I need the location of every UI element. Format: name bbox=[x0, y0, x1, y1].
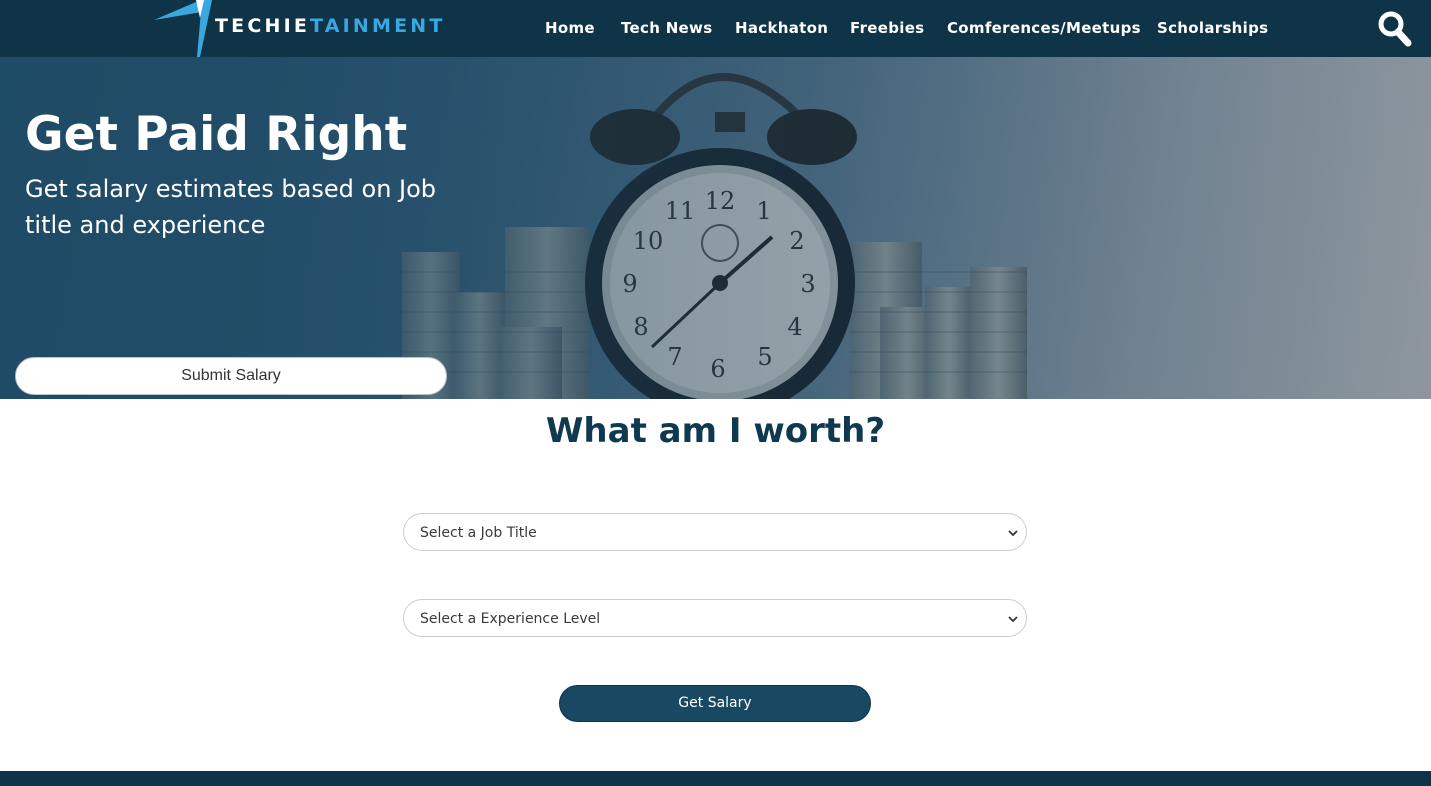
site-header: TECHIETAINMENT Home Tech News Hackhaton … bbox=[0, 0, 1431, 57]
nav-item-conferences-meetups[interactable]: Comferences/Meetups bbox=[947, 17, 1141, 39]
page-title: What am I worth? bbox=[545, 411, 886, 451]
job-title-select-value: Select a Job Title bbox=[420, 525, 537, 541]
get-salary-button[interactable]: Get Salary bbox=[559, 685, 871, 722]
search-icon bbox=[1378, 11, 1412, 47]
chevron-down-icon bbox=[1008, 616, 1018, 623]
nav-item-freebies[interactable]: Freebies bbox=[850, 17, 924, 39]
hero-title: Get Paid Right bbox=[25, 107, 408, 162]
site-logo[interactable]: TECHIETAINMENT bbox=[150, 0, 442, 57]
experience-level-select-value: Select a Experience Level bbox=[420, 611, 601, 627]
job-title-select[interactable]: Select a Job Title bbox=[403, 513, 1027, 551]
nav-item-hackhaton[interactable]: Hackhaton bbox=[735, 17, 828, 39]
nav-item-scholarships[interactable]: Scholarships bbox=[1157, 17, 1268, 39]
chevron-down-icon bbox=[1008, 530, 1018, 537]
logo-text-part1: TECHIE bbox=[215, 15, 311, 37]
logo-text-part2: TAINMENT bbox=[310, 15, 446, 37]
experience-level-select[interactable]: Select a Experience Level bbox=[403, 599, 1027, 637]
search-button[interactable] bbox=[1377, 9, 1413, 47]
footer bbox=[0, 771, 1431, 786]
hero-banner: 1212 345 678 91011 Get Paid Right Get sa… bbox=[0, 57, 1431, 399]
nav-item-tech-news[interactable]: Tech News bbox=[621, 17, 712, 39]
nav-item-home[interactable]: Home bbox=[545, 17, 595, 39]
logo-mark-icon bbox=[154, 0, 212, 57]
submit-salary-button[interactable]: Submit Salary bbox=[15, 357, 447, 395]
hero-subtitle: Get salary estimates based on Job title … bbox=[25, 175, 437, 239]
logo-text: TECHIETAINMENT bbox=[215, 15, 446, 37]
